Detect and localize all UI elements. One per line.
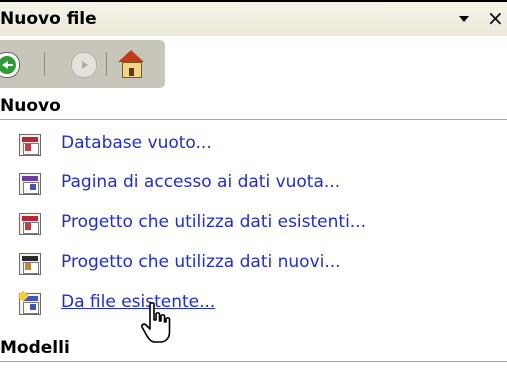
hand-pointer-icon: [141, 302, 171, 343]
project-new-data-icon: [19, 253, 41, 275]
toolbar-separator: [44, 52, 45, 76]
data-access-page-icon: [19, 173, 41, 195]
item-label[interactable]: Progetto che utilizza dati esistenti...: [61, 212, 366, 232]
navigation-toolbar: [0, 40, 165, 88]
back-arrow-icon: [0, 56, 16, 74]
item-label[interactable]: Database vuoto...: [61, 133, 212, 153]
section-title-templates: Modelli: [0, 338, 70, 358]
task-pane-title: Nuovo file: [0, 9, 97, 29]
from-existing-file-icon: [17, 290, 41, 315]
section-divider: [0, 119, 507, 120]
task-pane-header: Nuovo file ×: [0, 2, 507, 36]
project-existing-data-icon: [19, 213, 41, 235]
close-icon[interactable]: ×: [487, 8, 504, 28]
item-label[interactable]: Pagina di accesso ai dati vuota...: [61, 172, 340, 192]
section-divider: [0, 361, 507, 362]
home-button[interactable]: [116, 50, 146, 78]
item-label[interactable]: Progetto che utilizza dati nuovi...: [61, 252, 341, 272]
section-title-new: Nuovo: [0, 96, 61, 116]
blank-database-icon: [19, 134, 41, 156]
forward-button[interactable]: [71, 52, 97, 78]
toolbar-separator: [106, 52, 107, 76]
item-label[interactable]: Da file esistente...: [61, 292, 215, 312]
back-button[interactable]: [0, 52, 20, 78]
chevron-down-icon[interactable]: [459, 16, 469, 22]
forward-arrow-icon: [82, 61, 88, 69]
